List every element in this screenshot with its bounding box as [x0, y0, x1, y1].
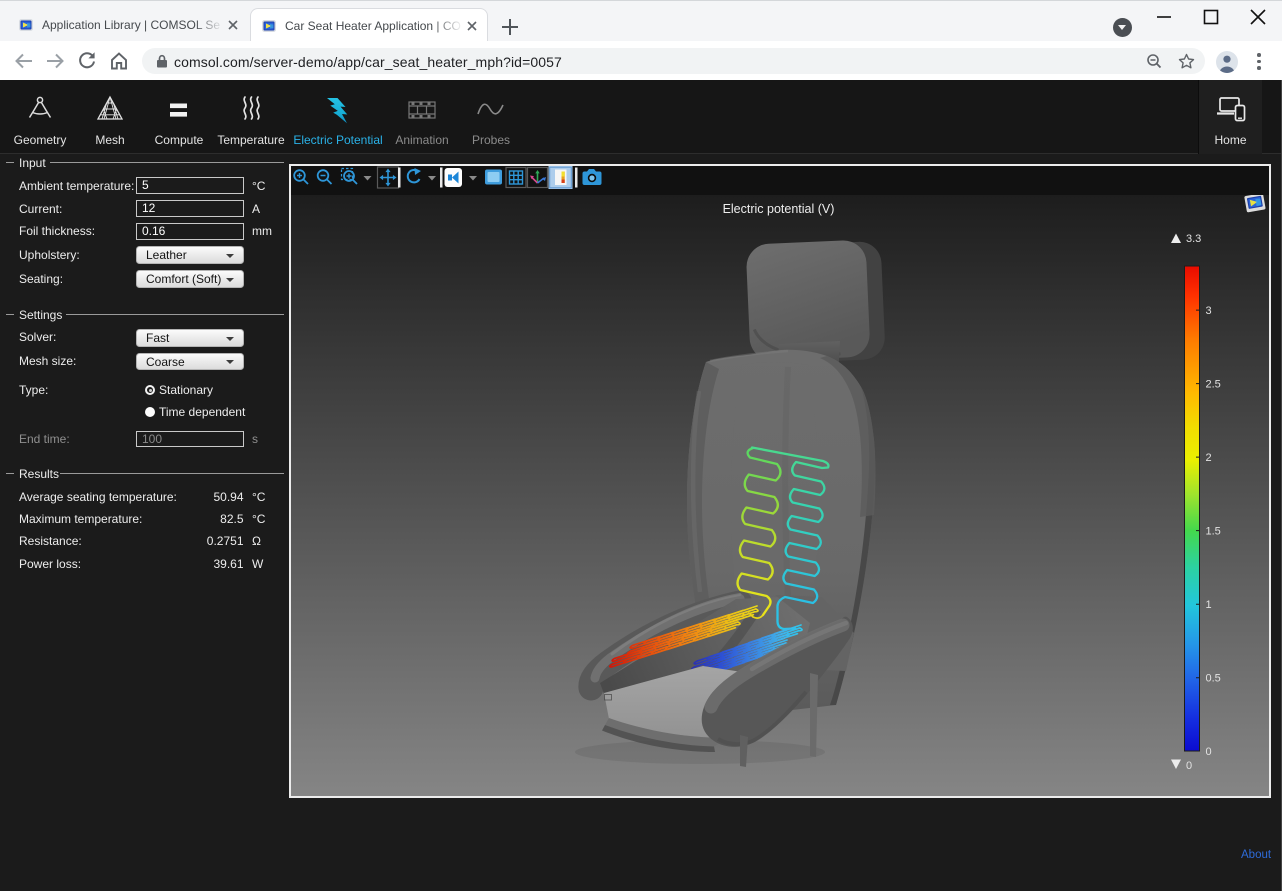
svg-text:3: 3: [1206, 305, 1212, 317]
svg-text:2.5: 2.5: [1206, 379, 1221, 391]
svg-text:0: 0: [1206, 746, 1212, 758]
svg-text:3.3: 3.3: [1186, 233, 1201, 245]
svg-text:2: 2: [1206, 452, 1212, 464]
svg-text:0.5: 0.5: [1206, 673, 1221, 685]
svg-text:1.5: 1.5: [1206, 526, 1221, 538]
svg-text:1: 1: [1206, 599, 1212, 611]
svg-text:Electric potential (V): Electric potential (V): [723, 202, 835, 216]
svg-text:0: 0: [1186, 760, 1192, 772]
